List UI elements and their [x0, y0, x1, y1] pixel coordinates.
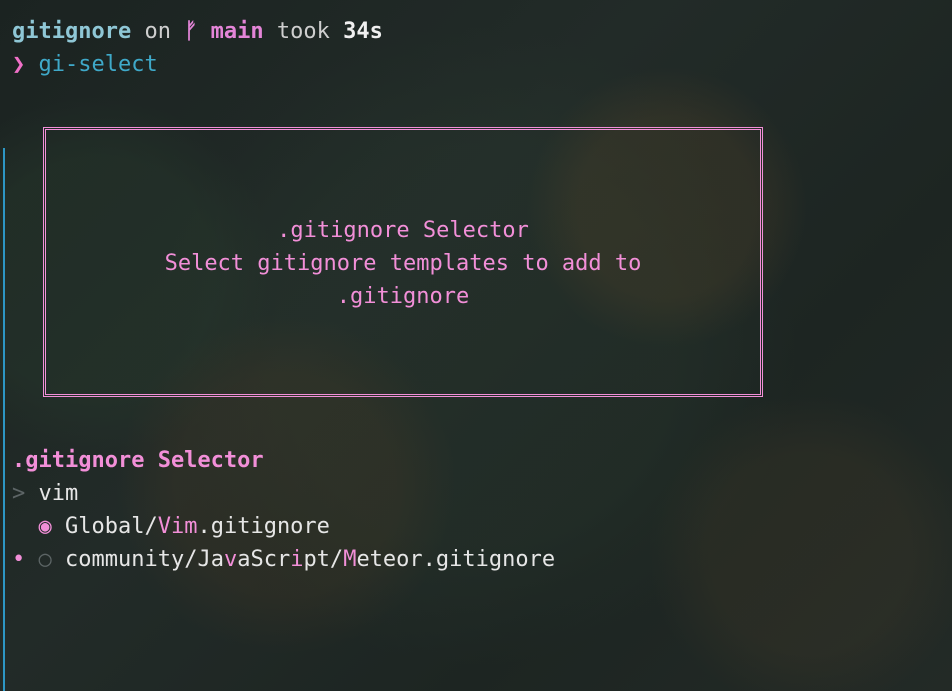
- filter-value: vim: [38, 481, 79, 506]
- item-label-suffix: .gitignore: [197, 514, 330, 539]
- prompt-on-text: on: [144, 19, 171, 44]
- item-label: community/JavaScript/Meteor.gitignore: [65, 547, 555, 572]
- gutter-bar: [3, 148, 5, 691]
- item-label-match: i: [290, 547, 304, 572]
- prompt-duration: 34s: [343, 19, 383, 44]
- prompt-took-text: took: [276, 19, 330, 44]
- filter-caret-icon: >: [12, 481, 26, 506]
- selector-header-box: .gitignore Selector Select gitignore tem…: [43, 127, 763, 397]
- item-label-segment: pt/: [303, 547, 344, 572]
- list-item-meteor[interactable]: • ○ community/JavaScript/Meteor.gitignor…: [12, 543, 555, 576]
- shell-prompt: gitignore on ᚠ main took 34s: [12, 15, 383, 48]
- item-label-match: Vim: [157, 514, 198, 539]
- header-subtitle-line-2: .gitignore: [336, 284, 470, 309]
- prompt-branch: main: [210, 19, 264, 44]
- list-item-global-vim[interactable]: ◉ Global/Vim.gitignore: [12, 510, 330, 543]
- command-line: ❯ gi-select: [12, 48, 158, 81]
- radio-selected-icon[interactable]: ◉: [39, 514, 52, 539]
- item-label-match: M: [343, 547, 357, 572]
- item-label-segment: community/Ja: [65, 547, 224, 572]
- item-label-segment: eteor.gitignore: [356, 547, 556, 572]
- item-cursor: [12, 514, 25, 539]
- git-branch-icon: ᚠ: [184, 19, 198, 44]
- selector-title: .gitignore Selector: [12, 448, 264, 473]
- header-title: .gitignore Selector: [277, 218, 529, 243]
- item-label: Global/Vim.gitignore: [65, 514, 330, 539]
- item-label-match: v: [223, 547, 238, 572]
- header-subtitle-line-1: Select gitignore templates to add to: [164, 251, 642, 276]
- radio-unselected-icon[interactable]: ○: [39, 547, 52, 572]
- cursor-bullet-icon: •: [12, 547, 26, 572]
- item-label-segment: aScr: [237, 547, 291, 572]
- prompt-directory: gitignore: [12, 19, 132, 44]
- filter-input[interactable]: > vim: [12, 477, 78, 510]
- item-label-prefix: Global/: [65, 514, 158, 539]
- prompt-arrow-icon: ❯: [12, 52, 26, 77]
- header-text-block: .gitignore Selector Select gitignore tem…: [46, 214, 760, 313]
- command-text: gi-select: [38, 52, 158, 77]
